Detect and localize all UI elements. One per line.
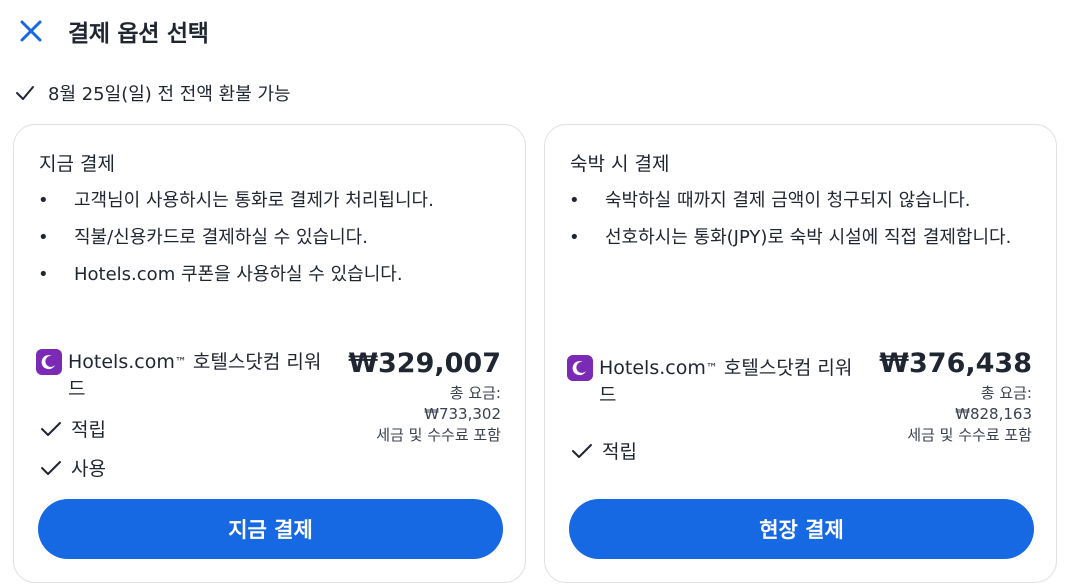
pay-now-button[interactable]: 지금 결제	[38, 499, 503, 559]
list-item: • Hotels.com 쿠폰을 사용하실 수 있습니다.	[38, 264, 403, 285]
dialog-title: 결제 옵션 선택	[68, 21, 209, 47]
earn-row: 적립	[570, 437, 637, 464]
price: ₩329,007	[348, 348, 501, 379]
pay-at-property-button[interactable]: 현장 결제	[569, 499, 1034, 559]
check-icon	[39, 456, 63, 480]
card-title: 숙박 시 결제	[570, 153, 670, 175]
rewards-label: Hotels.com™ 호텔스닷컴 리워드	[36, 349, 336, 403]
pay-later-card: 숙박 시 결제 • 숙박하실 때까지 결제 금액이 청구되지 않습니다. • 선호하…	[544, 124, 1057, 583]
refund-text: 8월 25일(일) 전 전액 환불 가능	[48, 84, 291, 105]
hotels-rewards-moon-icon	[567, 355, 593, 381]
rewards-label: Hotels.com™ 호텔스닷컴 리워드	[567, 355, 867, 409]
check-icon	[39, 417, 63, 441]
list-item: • 고객님이 사용하시는 통화로 결제가 처리됩니다.	[38, 190, 434, 211]
tax-note: 세금 및 수수료 포함	[376, 426, 501, 444]
list-item: • 선호하시는 통화(JPY)로 숙박 시설에 직접 결제합니다.	[569, 227, 1012, 248]
total-value: ₩828,163	[955, 405, 1032, 423]
check-icon	[570, 439, 594, 463]
total-label: 총 요금:	[980, 384, 1032, 402]
price: ₩376,438	[879, 348, 1032, 379]
pay-now-card: 지금 결제 • 고객님이 사용하시는 통화로 결제가 처리됩니다. • 직불/신용카…	[13, 124, 526, 583]
close-icon[interactable]	[17, 17, 45, 45]
check-icon	[14, 82, 36, 104]
list-item: • 숙박하실 때까지 결제 금액이 청구되지 않습니다.	[569, 190, 971, 211]
refund-notice: 8월 25일(일) 전 전액 환불 가능	[14, 80, 291, 106]
tax-note: 세금 및 수수료 포함	[907, 426, 1032, 444]
benefit-list: • 고객님이 사용하시는 통화로 결제가 처리됩니다. • 직불/신용카드로 결제하…	[36, 187, 504, 298]
price-block: ₩376,438 총 요금: ₩828,163 세금 및 수수료 포함	[872, 347, 1032, 446]
card-title: 지금 결제	[39, 153, 115, 175]
hotels-rewards-moon-icon	[36, 349, 62, 375]
use-row: 사용	[39, 454, 106, 481]
total-label: 총 요금:	[449, 384, 501, 402]
dialog-header: 결제 옵션 선택	[0, 0, 1065, 60]
total-value: ₩733,302	[424, 405, 501, 423]
benefit-list: • 숙박하실 때까지 결제 금액이 청구되지 않습니다. • 선호하시는 통화(JP…	[567, 187, 1035, 261]
earn-row: 적립	[39, 415, 106, 442]
price-block: ₩329,007 총 요금: ₩733,302 세금 및 수수료 포함	[341, 347, 501, 446]
list-item: • 직불/신용카드로 결제하실 수 있습니다.	[38, 227, 368, 248]
